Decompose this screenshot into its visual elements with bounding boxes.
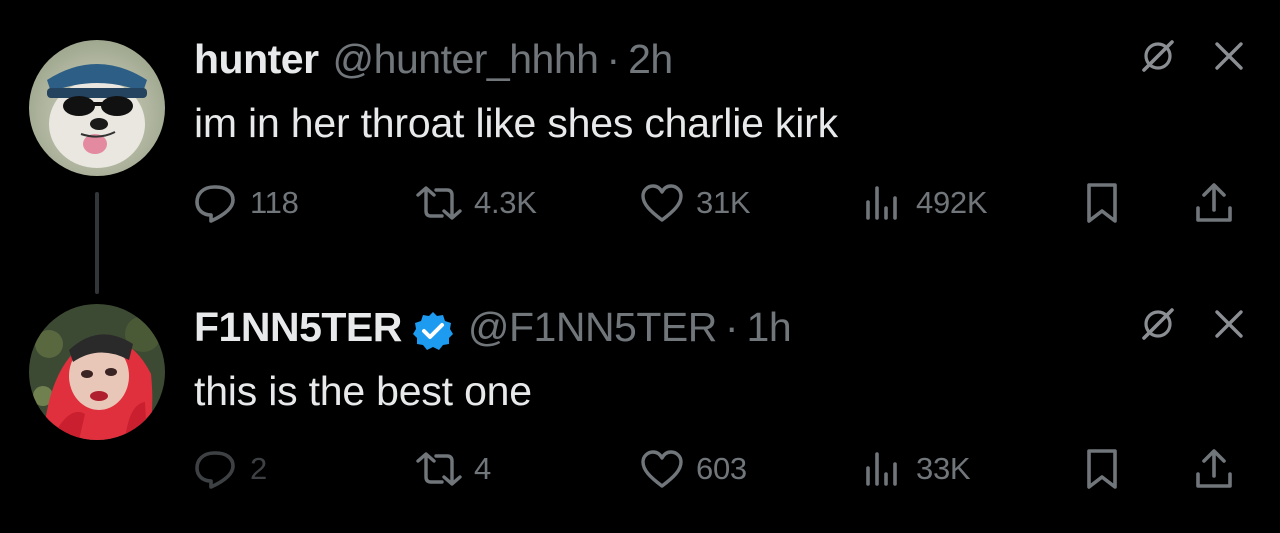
retweet-button[interactable]: 4.3K (416, 178, 537, 228)
avatar[interactable] (29, 40, 165, 176)
separator-dot: · (724, 304, 739, 350)
avatar[interactable] (29, 304, 165, 440)
verified-badge-icon[interactable] (412, 310, 454, 352)
tweet-text: this is the best one (194, 368, 532, 414)
views-icon (866, 452, 897, 486)
retweet-count: 4.3K (474, 185, 537, 220)
tweet-actions: 2 4 603 33K (194, 444, 1254, 494)
like-button[interactable]: 603 (640, 444, 747, 494)
separator-dot: · (606, 36, 621, 82)
share-icon (1196, 449, 1232, 488)
user-handle[interactable]: @F1NN5TER (468, 304, 718, 351)
bookmark-button[interactable] (1084, 178, 1120, 228)
tweet-corner-actions (1140, 38, 1244, 74)
reply-button[interactable]: 2 (194, 444, 267, 494)
close-icon[interactable] (1214, 41, 1244, 71)
reply-icon (195, 451, 235, 489)
grok-icon[interactable] (1140, 306, 1176, 342)
display-name[interactable]: hunter (194, 36, 319, 83)
like-count: 31K (696, 185, 751, 220)
retweet-icon (416, 186, 462, 220)
tweet-header: hunter @hunter_hhhh · 2h (194, 36, 673, 86)
bookmark-icon (1087, 449, 1117, 489)
share-button[interactable] (1194, 178, 1234, 228)
views-count: 492K (916, 185, 988, 220)
close-icon[interactable] (1214, 309, 1244, 339)
retweet-button[interactable]: 4 (416, 444, 491, 494)
dog-avatar-image (29, 40, 165, 176)
tweet-text: im in her throat like shes charlie kirk (194, 100, 838, 146)
display-name[interactable]: F1NN5TER (194, 304, 402, 351)
share-icon (1196, 183, 1232, 222)
thread-connector-line (95, 192, 99, 294)
views-button[interactable]: 492K (862, 178, 988, 228)
grok-icon[interactable] (1140, 38, 1176, 74)
red-hair-avatar-image (29, 304, 165, 440)
like-icon (641, 450, 683, 488)
retweet-count: 4 (474, 451, 491, 486)
like-icon (641, 184, 683, 222)
like-count: 603 (696, 451, 747, 486)
reply-button[interactable]: 118 (194, 178, 299, 228)
timestamp[interactable]: 1h (747, 304, 792, 351)
reply-count: 2 (250, 451, 267, 486)
tweet-corner-actions (1140, 306, 1244, 342)
timestamp[interactable]: 2h (628, 36, 673, 83)
user-handle[interactable]: @hunter_hhhh (333, 36, 599, 83)
views-count: 33K (916, 451, 971, 486)
bookmark-icon (1087, 183, 1117, 223)
retweet-icon (416, 452, 462, 486)
like-button[interactable]: 31K (640, 178, 751, 228)
tweet-header: F1NN5TER @F1NN5TER · 1h (194, 304, 792, 354)
bookmark-button[interactable] (1084, 444, 1120, 494)
views-button[interactable]: 33K (862, 444, 971, 494)
reply-icon (195, 185, 235, 223)
share-button[interactable] (1194, 444, 1234, 494)
reply-count: 118 (250, 185, 299, 220)
views-icon (866, 186, 897, 220)
tweet-actions: 118 4.3K 31K 492K (194, 178, 1254, 228)
